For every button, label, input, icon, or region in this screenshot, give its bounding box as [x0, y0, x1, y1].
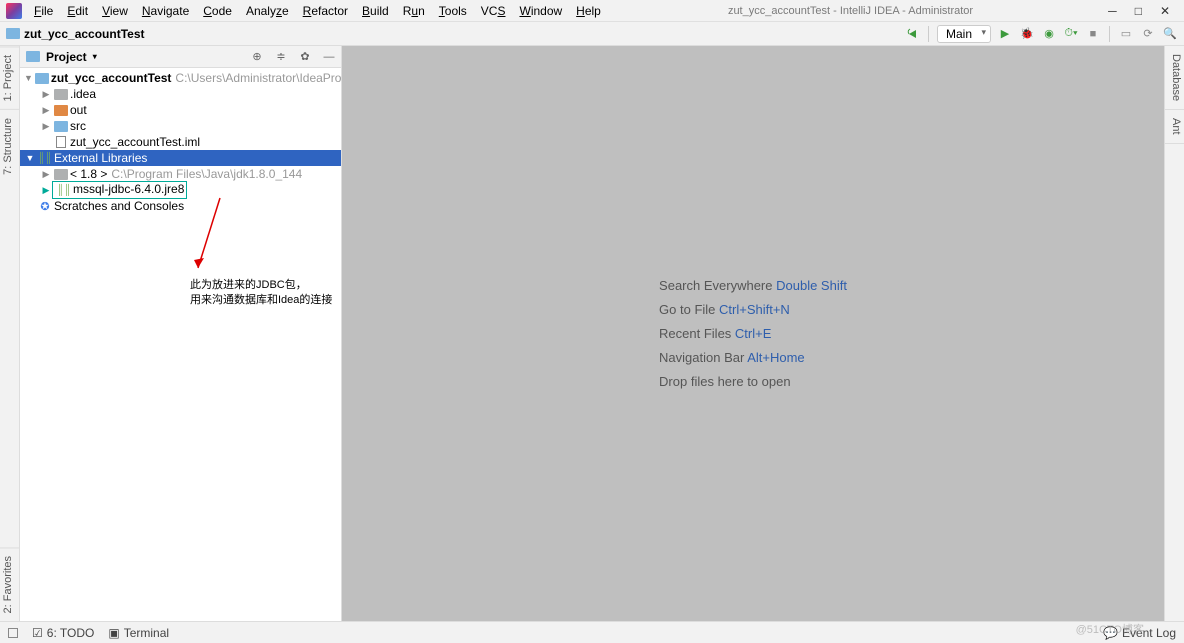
maximize-button[interactable]: □: [1135, 4, 1142, 18]
folder-icon: [54, 105, 68, 116]
folder-icon: [35, 73, 49, 84]
title-bar: File Edit View Navigate Code Analyze Ref…: [0, 0, 1184, 22]
search-icon[interactable]: 🔍: [1162, 26, 1178, 42]
scratch-icon: ✪: [38, 199, 52, 213]
folder-icon: [6, 28, 20, 39]
tab-ant[interactable]: Ant: [1165, 110, 1184, 144]
tree-src[interactable]: ▶src: [20, 118, 341, 134]
menu-tools[interactable]: Tools: [433, 2, 473, 20]
tree-out[interactable]: ▶out: [20, 102, 341, 118]
window-controls: ─ □ ✕: [1094, 4, 1184, 18]
annotation-arrow: [190, 188, 230, 278]
tree-scratches[interactable]: ✪Scratches and Consoles: [20, 198, 341, 214]
layout-icon[interactable]: ▭: [1118, 26, 1134, 42]
hint-search: Search Everywhere Double Shift: [659, 278, 847, 293]
project-panel: Project ⊕ ≑ ✿ — ▼ zut_ycc_accountTestC:\…: [20, 46, 342, 621]
annotation-text: 此为放进来的JDBC包， 用来沟通数据库和Idea的连接: [190, 278, 332, 309]
run-config-label: Main: [946, 27, 972, 41]
breadcrumb-label: zut_ycc_accountTest: [24, 27, 145, 41]
update-icon[interactable]: ⟳: [1140, 26, 1156, 42]
menu-view[interactable]: View: [96, 2, 134, 20]
hint-gotofile: Go to File Ctrl+Shift+N: [659, 302, 847, 317]
tree-jdk[interactable]: ▶< 1.8 >C:\Program Files\Java\jdk1.8.0_1…: [20, 166, 341, 182]
run-button[interactable]: ▶: [997, 26, 1013, 42]
coverage-button[interactable]: ◉: [1041, 26, 1057, 42]
folder-icon: [54, 89, 68, 100]
file-icon: [56, 136, 66, 148]
menu-refactor[interactable]: Refactor: [297, 2, 354, 20]
back-arrow-icon[interactable]: [904, 26, 920, 42]
welcome-hints: Search Everywhere Double Shift Go to Fil…: [659, 269, 847, 398]
close-button[interactable]: ✕: [1160, 4, 1170, 18]
menu-window[interactable]: Window: [513, 2, 568, 20]
menu-edit[interactable]: Edit: [61, 2, 94, 20]
menu-analyze[interactable]: Analyze: [240, 2, 295, 20]
main-area: 1: Project 7: Structure 2: Favorites Pro…: [0, 46, 1184, 621]
tab-project[interactable]: 1: Project: [0, 46, 19, 109]
tab-database[interactable]: Database: [1165, 46, 1184, 110]
watermark: @51CTO博客: [1076, 621, 1144, 637]
left-tool-stripe: 1: Project 7: Structure 2: Favorites: [0, 46, 20, 621]
status-square-icon[interactable]: [8, 628, 18, 638]
profile-button[interactable]: ⏱▾: [1063, 26, 1079, 42]
app-icon: [6, 3, 22, 19]
editor-area[interactable]: Search Everywhere Double Shift Go to Fil…: [342, 46, 1164, 621]
status-bar: ☑ 6: TODO ▣ Terminal 💬 Event Log: [0, 621, 1184, 643]
collapse-icon[interactable]: ≑: [273, 49, 289, 65]
window-title: zut_ycc_accountTest - IntelliJ IDEA - Ad…: [607, 5, 1094, 17]
menu-help[interactable]: Help: [570, 2, 607, 20]
folder-icon: [54, 121, 68, 132]
tree-root[interactable]: ▼ zut_ycc_accountTestC:\Users\Administra…: [20, 70, 341, 86]
locate-icon[interactable]: ⊕: [249, 49, 265, 65]
tree-idea[interactable]: ▶.idea: [20, 86, 341, 102]
breadcrumb[interactable]: zut_ycc_accountTest: [6, 27, 145, 41]
hide-icon[interactable]: —: [321, 49, 337, 65]
menu-code[interactable]: Code: [197, 2, 238, 20]
hint-recent: Recent Files Ctrl+E: [659, 326, 847, 341]
hint-navbar: Navigation Bar Alt+Home: [659, 350, 847, 365]
tree-external-libs[interactable]: ▼║║External Libraries: [20, 150, 341, 166]
gear-icon[interactable]: ✿: [297, 49, 313, 65]
main-menu: File Edit View Navigate Code Analyze Ref…: [28, 2, 607, 20]
status-todo[interactable]: ☑ 6: TODO: [32, 626, 94, 640]
folder-icon: [54, 169, 68, 180]
debug-button[interactable]: 🐞: [1019, 26, 1035, 42]
library-icon: ║║: [57, 184, 71, 198]
toolbar: zut_ycc_accountTest Main ▶ 🐞 ◉ ⏱▾ ■ ▭ ⟳ …: [0, 22, 1184, 46]
project-tree: ▼ zut_ycc_accountTestC:\Users\Administra…: [20, 68, 341, 621]
tree-jdbc[interactable]: ▶║║mssql-jdbc-6.4.0.jre8: [20, 182, 341, 198]
tab-structure[interactable]: 7: Structure: [0, 109, 19, 183]
project-panel-header: Project ⊕ ≑ ✿ —: [20, 46, 341, 68]
status-terminal[interactable]: ▣ Terminal: [108, 626, 169, 640]
library-icon: ║║: [38, 151, 52, 165]
menu-navigate[interactable]: Navigate: [136, 2, 195, 20]
project-panel-title[interactable]: Project: [24, 50, 97, 64]
hint-drop: Drop files here to open: [659, 374, 847, 389]
tab-favorites[interactable]: 2: Favorites: [0, 547, 19, 621]
menu-file[interactable]: File: [28, 2, 59, 20]
menu-vcs[interactable]: VCS: [475, 2, 512, 20]
run-config-selector[interactable]: Main: [937, 25, 991, 43]
menu-run[interactable]: Run: [397, 2, 431, 20]
stop-button[interactable]: ■: [1085, 26, 1101, 42]
minimize-button[interactable]: ─: [1108, 4, 1117, 18]
folder-icon: [26, 51, 40, 62]
menu-build[interactable]: Build: [356, 2, 395, 20]
right-tool-stripe: Database Ant: [1164, 46, 1184, 621]
tree-iml[interactable]: zut_ycc_accountTest.iml: [20, 134, 341, 150]
